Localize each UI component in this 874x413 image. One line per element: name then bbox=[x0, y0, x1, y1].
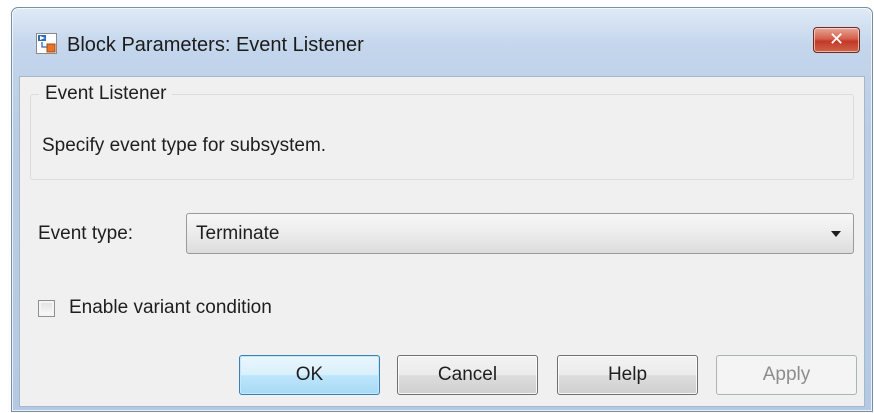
window-title: Block Parameters: Event Listener bbox=[67, 34, 364, 56]
group-title: Event Listener bbox=[39, 83, 173, 105]
dialog-window: Block Parameters: Event Listener ✕ Event… bbox=[11, 7, 873, 412]
help-button[interactable]: Help bbox=[557, 355, 698, 395]
close-icon: ✕ bbox=[828, 29, 845, 50]
apply-button[interactable]: Apply bbox=[716, 355, 857, 395]
cancel-button[interactable]: Cancel bbox=[397, 355, 538, 395]
ok-button[interactable]: OK bbox=[239, 355, 380, 395]
description-group: Event Listener Specify event type for su… bbox=[30, 83, 854, 180]
title-bar[interactable]: Block Parameters: Event Listener ✕ bbox=[12, 8, 872, 76]
simulink-block-icon bbox=[36, 33, 57, 54]
enable-variant-condition-checkbox[interactable] bbox=[38, 300, 55, 317]
event-type-label: Event type: bbox=[38, 223, 134, 244]
event-type-selected-value: Terminate bbox=[196, 223, 280, 244]
chevron-down-icon bbox=[831, 231, 841, 237]
dialog-body: Event Listener Specify event type for su… bbox=[19, 76, 865, 407]
close-button[interactable]: ✕ bbox=[813, 27, 860, 53]
event-type-dropdown[interactable]: Terminate bbox=[186, 213, 854, 254]
enable-variant-condition-label[interactable]: Enable variant condition bbox=[69, 297, 272, 319]
group-description: Specify event type for subsystem. bbox=[42, 135, 327, 156]
